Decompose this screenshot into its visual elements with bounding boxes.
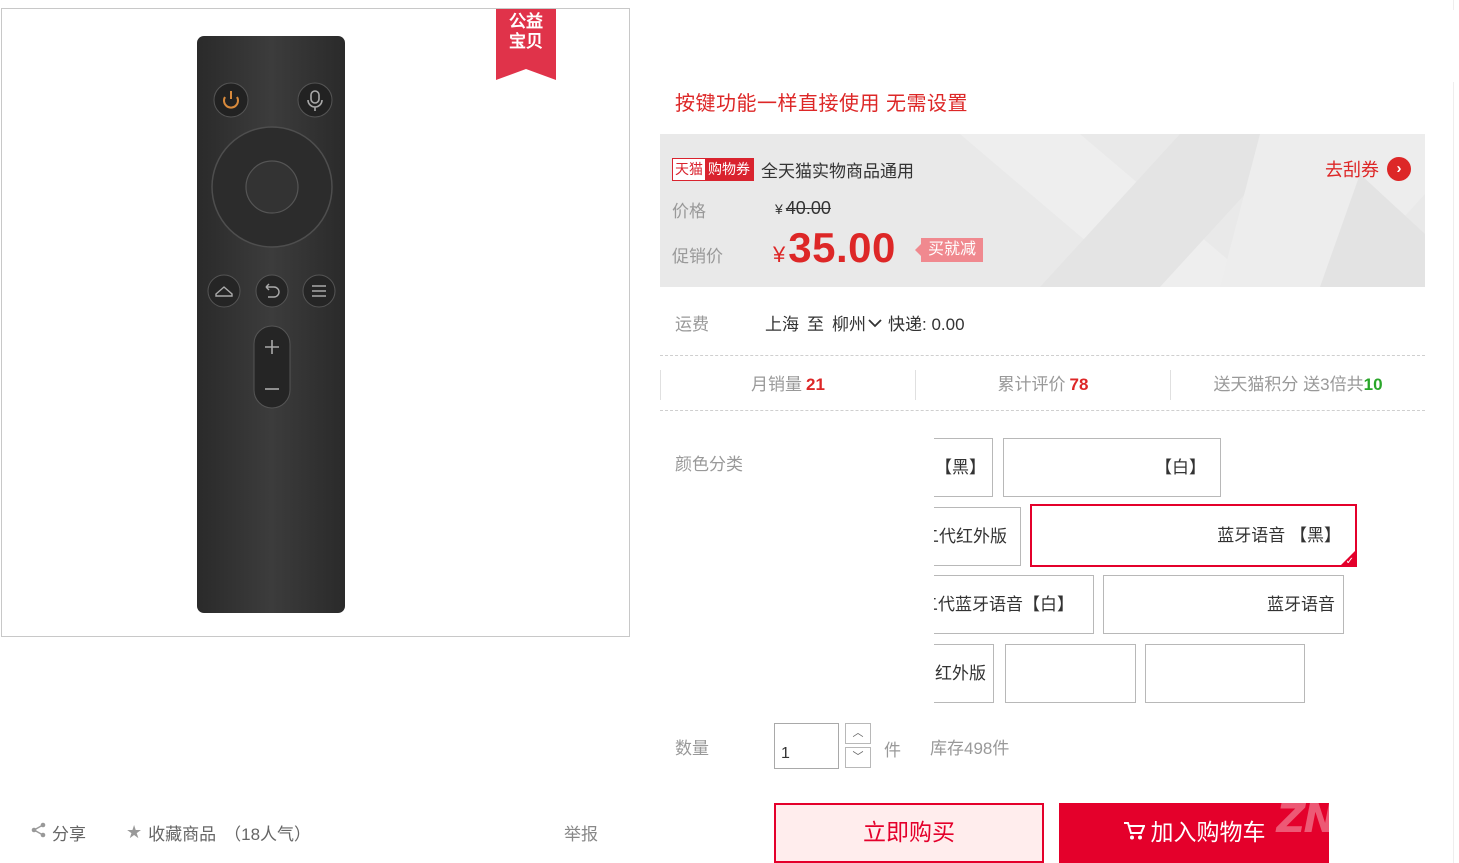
quantity-input[interactable]	[774, 723, 839, 769]
report-link[interactable]: 举报	[564, 820, 598, 845]
share-label: 分享	[52, 825, 86, 844]
quantity-unit: 件	[884, 741, 901, 760]
review-count-value: 78	[1069, 375, 1089, 394]
share-link[interactable]: 分享	[30, 820, 86, 845]
sku-option[interactable]	[1005, 644, 1136, 703]
sku-option-label: 二代红外版	[934, 527, 1007, 546]
shipping-to-word: 至	[807, 315, 824, 334]
sku-option-label: 蓝牙语音 【黑】	[1217, 526, 1341, 545]
stats-bar: 月销量 21 累计评价 78 送天猫积分 送3倍共10	[660, 370, 1425, 400]
sku-options: 【黑】 【白】 二代红外版 蓝牙语音 【黑】 ✓ 二代蓝牙语音【白】 蓝牙语音 …	[934, 430, 1454, 710]
divider	[660, 410, 1425, 411]
monthly-sales-value: 21	[806, 375, 825, 394]
tmall-tag-left: 天猫	[673, 159, 705, 180]
get-coupon-link[interactable]: 去刮券 ›	[1325, 156, 1411, 182]
sku-option[interactable]: 【黑】	[934, 438, 993, 497]
original-price: ¥40.00	[775, 198, 831, 219]
watermark-logo: ZN	[1276, 803, 1329, 842]
original-currency: ¥	[775, 201, 783, 217]
promo-price: ¥35.00	[773, 224, 896, 272]
buy-now-label: 立即购买	[863, 820, 955, 846]
price-panel: 天猫 购物券 全天猫实物商品通用 去刮券 › 价格 ¥40.00 促销价 ¥35…	[660, 134, 1425, 287]
sku-option-label: 【白】	[1155, 458, 1206, 477]
chevron-up-icon: ︿	[852, 727, 864, 739]
check-icon: ✓	[1345, 556, 1354, 567]
monthly-sales: 月销量 21	[660, 370, 915, 400]
tmall-tag-right: 购物券	[705, 159, 753, 180]
color-category-label: 颜色分类	[675, 455, 743, 474]
review-count[interactable]: 累计评价 78	[915, 370, 1170, 400]
favorite-link[interactable]: ★ 收藏商品 （18人气）	[126, 820, 311, 845]
review-count-label: 累计评价	[997, 375, 1066, 394]
sku-option[interactable]: 蓝牙语音	[1103, 575, 1344, 634]
sku-option-label: 红外版	[935, 664, 986, 683]
tmall-points-label: 送天猫积分 送3倍共	[1213, 375, 1364, 394]
promo-tag: 买就减	[914, 238, 984, 262]
chevron-down-icon: ﹀	[852, 751, 864, 763]
sku-option[interactable]	[1145, 644, 1305, 703]
tmall-coupon-tag: 天猫 购物券	[672, 158, 754, 181]
sku-option-label: 蓝牙语音	[1267, 595, 1335, 614]
original-price-value: 40.00	[785, 198, 831, 218]
promo-price-value: 35.00	[788, 224, 896, 271]
coupon-text: 全天猫实物商品通用	[761, 162, 914, 181]
favorite-label: 收藏商品	[148, 825, 217, 844]
shipping-method: 快递: 0.00	[888, 315, 965, 334]
buy-now-button[interactable]: 立即购买	[774, 803, 1044, 863]
shipping-destination-select[interactable]: 柳州	[832, 310, 866, 335]
promo-currency: ¥	[773, 242, 786, 267]
quantity-label: 数量	[675, 739, 709, 758]
badge-line-2: 宝贝	[509, 32, 543, 52]
share-icon	[30, 822, 48, 843]
product-subtitle: 按键功能一样直接使用 无需设置	[675, 93, 969, 115]
sku-option-label: 【黑】	[935, 458, 986, 477]
tmall-points: 送天猫积分 送3倍共10	[1170, 370, 1425, 400]
charity-badge: 公益 宝贝	[496, 9, 556, 80]
sku-option[interactable]: 红外版	[934, 644, 994, 703]
product-image: 公益 宝贝	[1, 8, 630, 637]
sku-option-selected[interactable]: 蓝牙语音 【黑】 ✓	[1030, 504, 1357, 567]
shipping-row: 运费 上海 至 柳州 快递: 0.00	[675, 310, 965, 335]
sku-option[interactable]: 【白】	[1003, 438, 1221, 497]
stock-count: 库存498件	[930, 739, 1010, 758]
sku-option[interactable]: 二代红外版	[934, 507, 1021, 566]
add-to-cart-button[interactable]: 加入购物车 ZN	[1059, 803, 1329, 863]
column-divider-top	[1453, 0, 1454, 10]
add-to-cart-label: 加入购物车	[1150, 820, 1266, 846]
popularity-count: （18人气）	[224, 825, 312, 844]
badge-line-1: 公益	[509, 12, 543, 32]
tmall-points-value: 10	[1363, 375, 1383, 394]
chevron-down-icon[interactable]	[868, 315, 882, 331]
promo-price-label: 促销价	[672, 247, 723, 266]
quantity-decrease-button[interactable]: ﹀	[845, 747, 871, 768]
sku-option-label: 二代蓝牙语音【白】	[934, 595, 1074, 614]
price-label: 价格	[672, 202, 706, 221]
shipping-from: 上海	[765, 315, 799, 334]
star-icon: ★	[126, 822, 143, 842]
divider	[660, 355, 1425, 356]
chevron-right-icon: ›	[1387, 157, 1411, 181]
get-coupon-label: 去刮券	[1325, 160, 1379, 180]
quantity-increase-button[interactable]: ︿	[845, 723, 871, 744]
shipping-label: 运费	[675, 315, 709, 334]
monthly-sales-label: 月销量	[751, 375, 803, 394]
sku-option[interactable]: 二代蓝牙语音【白】	[934, 575, 1094, 634]
remote-control-image	[197, 36, 345, 613]
cart-icon	[1123, 804, 1146, 863]
